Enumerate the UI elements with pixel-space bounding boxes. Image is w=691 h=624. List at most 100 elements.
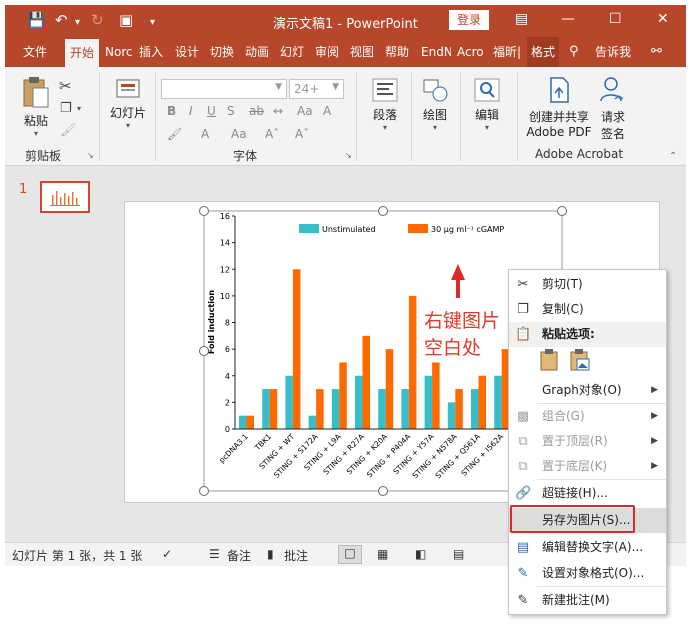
collapse-ribbon-icon[interactable]: ⌃ [669, 151, 677, 162]
copy-icon[interactable]: ❐ [60, 101, 72, 116]
italic-icon[interactable]: I [189, 104, 193, 118]
menu-item-graph-object[interactable]: Graph对象(O) ▶ [509, 378, 666, 403]
create-share-pdf-button[interactable]: 创建并共享 Adobe PDF [521, 75, 597, 139]
resize-handle[interactable] [378, 206, 388, 216]
font-color-icon[interactable]: A [201, 127, 209, 141]
slide-sorter-icon[interactable]: ▦ [377, 547, 388, 561]
increase-font-icon[interactable]: Aˆ [265, 127, 279, 141]
minimize-icon[interactable]: — [561, 11, 575, 27]
close-icon[interactable]: ✕ [657, 11, 669, 27]
share-icon[interactable]: ⚯ [651, 44, 662, 59]
tab-file[interactable]: 文件 [23, 37, 47, 67]
change-case-icon[interactable]: Aa [297, 104, 313, 118]
login-button[interactable]: 登录 [449, 10, 489, 30]
format-painter-icon: 🖌 [60, 123, 77, 138]
menu-item-copy[interactable]: ❐ 复制(C) [509, 297, 666, 322]
tell-me-search[interactable]: 告诉我 [595, 37, 631, 67]
font-launcher-icon[interactable]: ↘ [345, 151, 352, 160]
menu-item-label: 编辑替换文字(A)... [542, 540, 644, 554]
bar-cgamp [316, 389, 324, 429]
underline-icon[interactable]: U [207, 104, 216, 118]
strikethrough-icon[interactable]: ab [249, 104, 264, 118]
tab-endnote[interactable]: EndN [421, 37, 451, 67]
tab-transitions[interactable]: 切换 [210, 37, 234, 67]
y-axis-title: Fold induction [207, 290, 216, 355]
menu-item-send-to-back: ⧉ 置于底层(K) ▶ [509, 454, 666, 479]
chevron-down-icon[interactable]: ▼ [332, 82, 339, 92]
reading-view-icon[interactable]: ◧ [415, 547, 426, 561]
comments-icon[interactable]: ▮ [267, 547, 274, 561]
shadow-icon[interactable]: S [227, 104, 235, 118]
paste-button[interactable]: 粘贴 ▾ [17, 75, 55, 138]
slide-thumbnail[interactable] [40, 181, 90, 213]
resize-handle[interactable] [199, 486, 209, 496]
accessibility-icon[interactable]: ✓ [162, 547, 172, 561]
bar-cgamp [292, 269, 301, 429]
maximize-icon[interactable]: ☐ [609, 11, 622, 27]
undo-dropdown-icon[interactable]: ▾ [75, 15, 80, 31]
new-slide-button[interactable]: 幻灯片 ▾ [105, 77, 151, 130]
ribbon-display-icon[interactable]: ▤ [515, 11, 528, 27]
drawing-button[interactable]: 绘图 ▾ [415, 77, 455, 132]
paragraph-button[interactable]: 段落 ▾ [363, 77, 407, 132]
copy-dropdown-icon[interactable]: ▾ [77, 104, 81, 113]
resize-handle[interactable] [199, 346, 209, 356]
menu-item-cut[interactable]: ✂ 剪切(T) [509, 272, 666, 297]
tab-animations[interactable]: 动画 [245, 37, 269, 67]
customize-toolbar-icon[interactable]: ▾ [150, 15, 155, 31]
notes-button[interactable]: 备注 [227, 547, 251, 564]
menu-item-new-comment[interactable]: ✎ 新建批注(M) [509, 588, 666, 613]
bold-icon[interactable]: B [167, 104, 176, 118]
tab-slideshow[interactable]: 幻灯 [280, 37, 304, 67]
grow-font-icon[interactable]: Aa [231, 127, 247, 141]
paste-option-keep-source-icon[interactable] [539, 348, 561, 372]
font-size-combo[interactable]: 24+ ▼ [289, 79, 344, 99]
paragraph-dropdown-icon[interactable]: ▾ [363, 123, 407, 132]
chevron-down-icon[interactable]: ▼ [275, 82, 282, 92]
save-icon[interactable]: 💾 [27, 12, 46, 28]
present-icon[interactable]: ▣ [119, 12, 133, 28]
tab-design[interactable]: 设计 [175, 37, 199, 67]
tab-home[interactable]: 开始 [65, 37, 99, 67]
normal-view-icon[interactable]: □ [338, 545, 362, 564]
group-icon: ▩ [516, 409, 530, 424]
tab-norc[interactable]: Norc [105, 37, 135, 67]
divider [356, 73, 357, 161]
tab-insert[interactable]: 插入 [139, 37, 163, 67]
tab-format[interactable]: 格式 [527, 37, 560, 67]
text-highlight-icon[interactable]: 🖌 [167, 127, 182, 141]
char-spacing-icon[interactable]: ↔ [273, 104, 283, 118]
resize-handle[interactable] [378, 486, 388, 496]
notes-icon[interactable]: ☰ [209, 547, 220, 561]
bar-cgamp [362, 335, 370, 429]
tab-acrobat[interactable]: Acro [457, 37, 487, 67]
slideshow-view-icon[interactable]: ▤ [453, 547, 464, 561]
comments-button[interactable]: 批注 [284, 547, 308, 564]
slide-number: 1 [19, 182, 28, 197]
clear-format-icon[interactable]: A [323, 104, 331, 118]
editing-button[interactable]: 编辑 ▾ [467, 77, 507, 132]
annotation-arrow [451, 264, 465, 298]
paste-label: 粘贴 [23, 114, 48, 128]
paste-option-picture-icon[interactable] [569, 348, 591, 372]
request-signature-button[interactable]: 请求 签名 [595, 75, 631, 142]
cut-icon[interactable]: ✂ [59, 77, 72, 95]
undo-icon[interactable]: ↶ [55, 12, 68, 28]
tab-view[interactable]: 视图 [350, 37, 374, 67]
resize-handle[interactable] [199, 206, 209, 216]
tab-help[interactable]: 帮助 [385, 37, 409, 67]
drawing-dropdown-icon[interactable]: ▾ [415, 123, 455, 132]
editing-dropdown-icon[interactable]: ▾ [467, 123, 507, 132]
menu-item-hyperlink[interactable]: 🔗 超链接(H)... [509, 481, 666, 506]
font-name-combo[interactable]: ▼ [161, 79, 287, 99]
menu-item-edit-alt-text[interactable]: ▤ 编辑替换文字(A)... [509, 535, 666, 560]
new-slide-dropdown-icon[interactable]: ▾ [105, 121, 151, 130]
tab-foxit[interactable]: 福昕| [493, 37, 525, 67]
menu-item-format-object[interactable]: ✎ 设置对象格式(O)... [509, 561, 666, 586]
tab-review[interactable]: 审阅 [315, 37, 339, 67]
lightbulb-icon: ⚲ [569, 44, 579, 59]
clipboard-launcher-icon[interactable]: ↘ [87, 151, 94, 160]
paste-dropdown-icon[interactable]: ▾ [17, 129, 55, 138]
decrease-font-icon[interactable]: Aˇ [295, 127, 309, 141]
resize-handle[interactable] [557, 206, 567, 216]
